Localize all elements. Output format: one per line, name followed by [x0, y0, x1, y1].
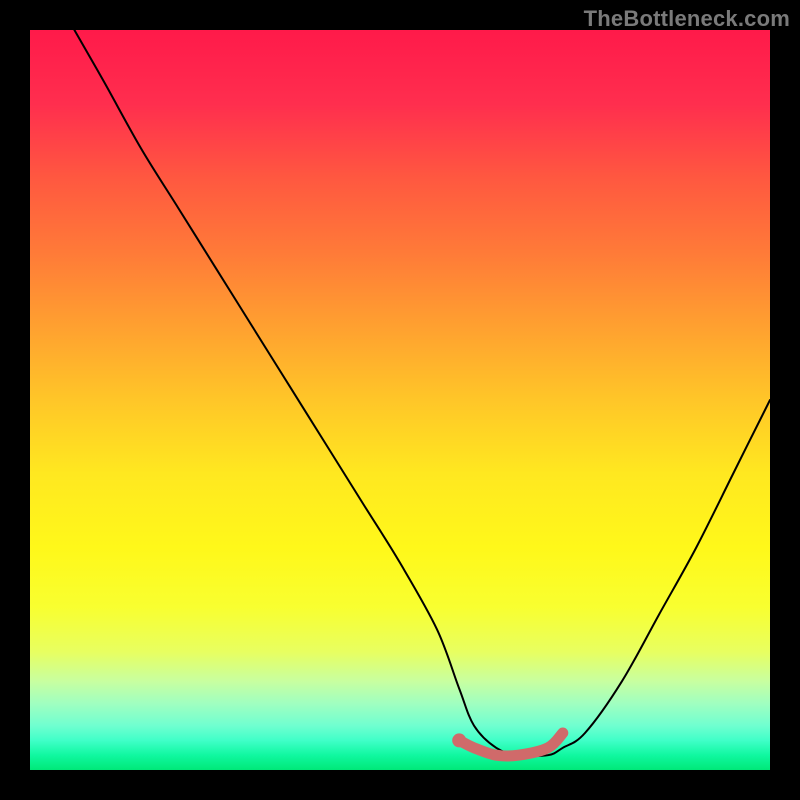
- curve-svg: [30, 30, 770, 770]
- watermark-text: TheBottleneck.com: [584, 6, 790, 32]
- chart-container: TheBottleneck.com: [0, 0, 800, 800]
- optimal-zone-start-dot: [452, 733, 466, 747]
- plot-area: [30, 30, 770, 770]
- optimal-zone-marker: [459, 733, 563, 756]
- bottleneck-curve: [74, 30, 770, 756]
